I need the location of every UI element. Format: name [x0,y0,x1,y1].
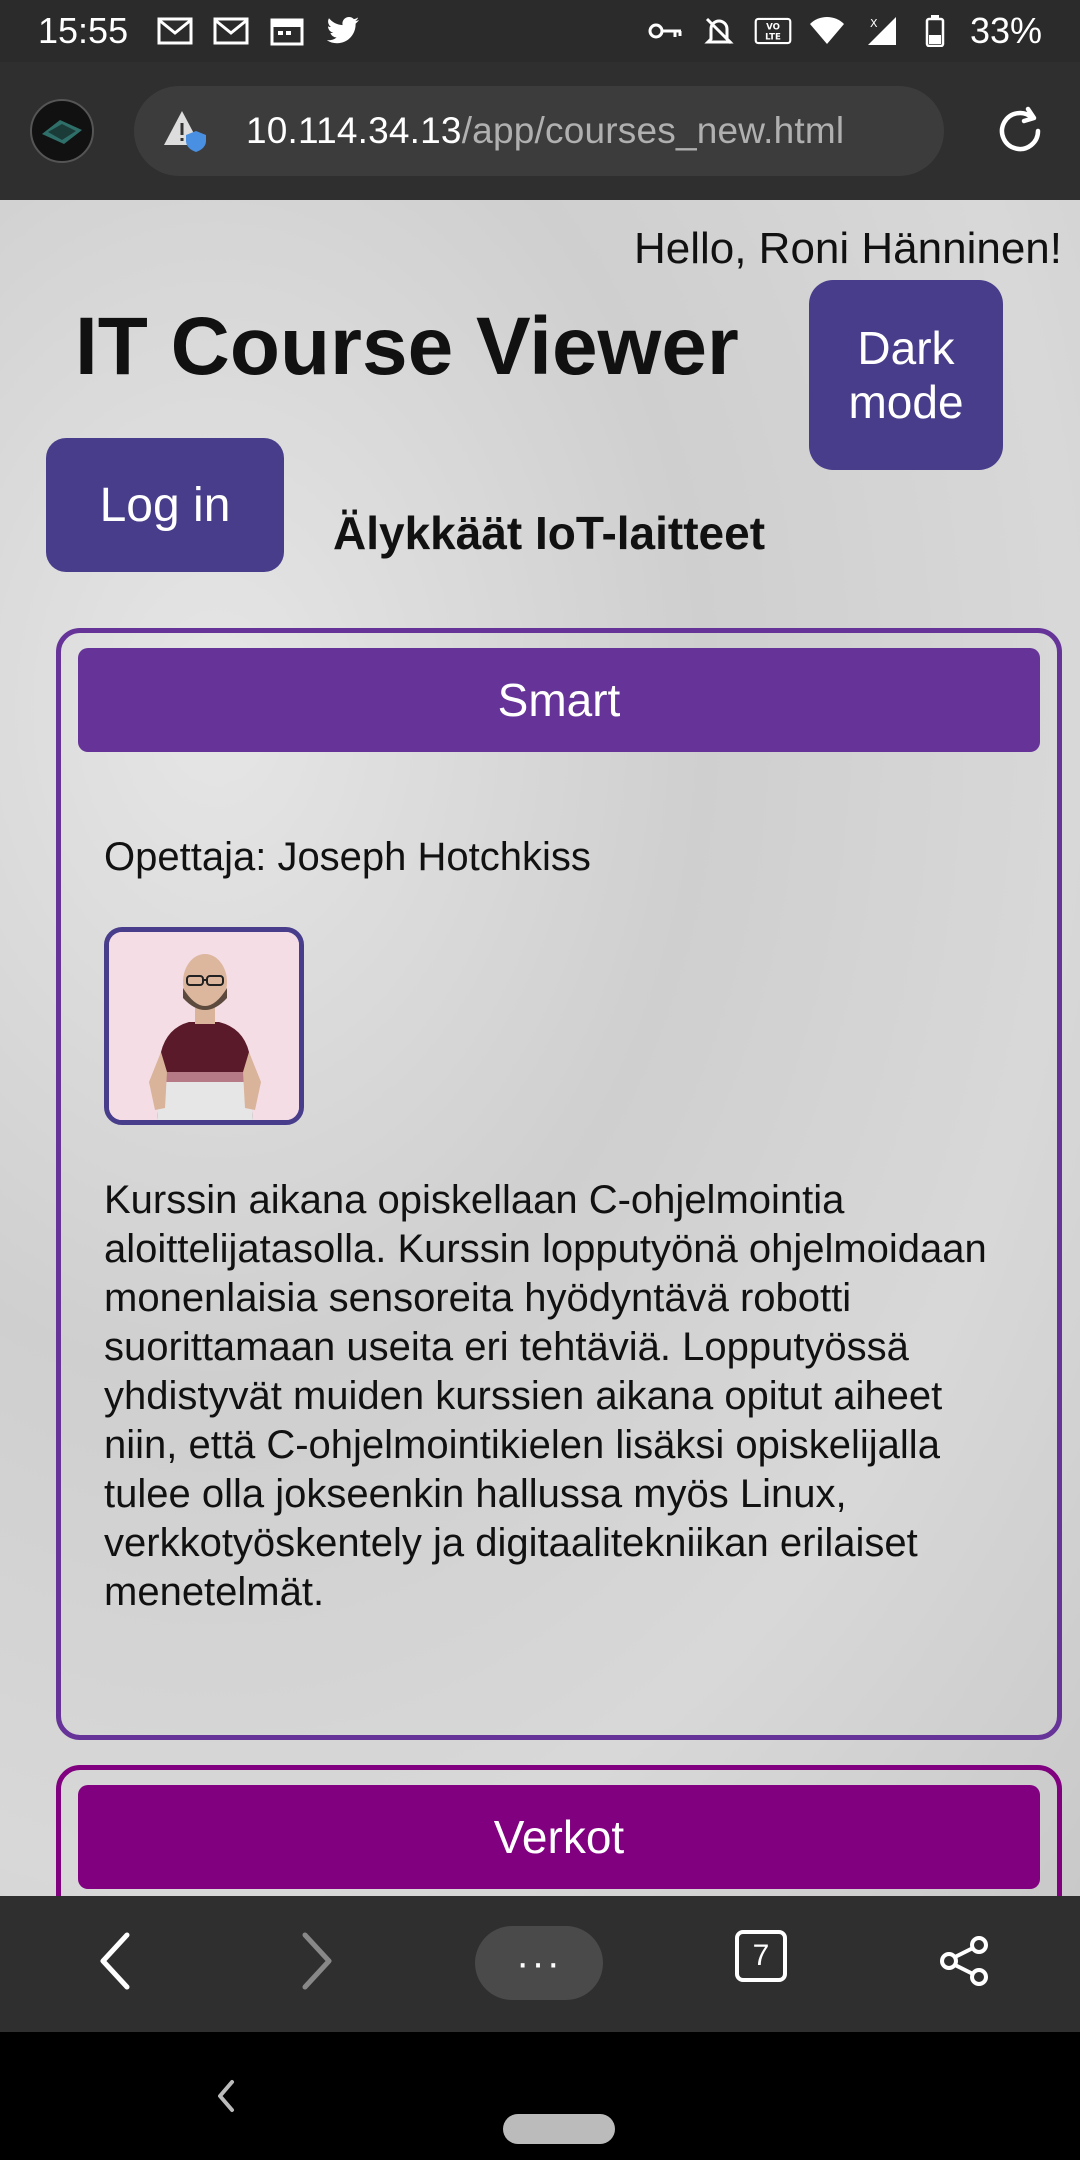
page-subtitle: Älykkäät IoT-laitteet [333,507,766,559]
calendar-icon [268,16,306,46]
system-back-icon[interactable] [214,2076,254,2116]
status-time: 15:55 [38,10,129,51]
reload-icon[interactable] [990,101,1050,161]
course-card: Verkot [56,1765,1062,1896]
url-host: 10.114.34.13 [246,110,462,151]
dark-mode-button[interactable]: Dark mode [809,280,1003,470]
home-pill[interactable] [503,2114,615,2144]
system-nav-bar [0,2032,1080,2160]
url-path: /app/courses_new.html [461,110,845,151]
course-teacher: Opettaja: Joseph Hotchkiss [104,835,591,879]
twitter-icon [324,16,362,46]
tab-count-button[interactable]: 7 [735,1930,787,1982]
user-greeting: Hello, Roni Hänninen! [633,224,1062,273]
status-bar: 15:55 VO LTE X 33% [0,0,1080,62]
key-icon [646,16,684,46]
signal-icon: X [862,16,900,46]
gmail-icon [156,16,194,46]
browser-address-bar: 10.114.34.13/app/courses_new.html [0,62,1080,200]
battery-icon [916,15,954,47]
share-icon[interactable] [930,1926,1000,1996]
course-description: Kurssin aikana opiskellaan C-ohjelmointi… [104,1178,987,1614]
battery-percent: 33% [969,10,1042,51]
url-text[interactable]: 10.114.34.13/app/courses_new.html [246,110,844,152]
login-button[interactable]: Log in [46,438,284,572]
dark-mode-label-line2: mode [848,376,964,428]
system-icons: VO LTE X 33% [646,10,1042,52]
gmail-icon [212,16,250,46]
wifi-icon [808,16,846,46]
url-field[interactable]: 10.114.34.13/app/courses_new.html [134,86,944,176]
browser-toolbar: ··· 7 [0,1896,1080,2032]
course-header-button[interactable]: Verkot [78,1785,1040,1889]
teacher-photo [104,927,304,1125]
volte-icon: VO LTE [754,16,792,46]
svg-text:VO: VO [766,22,780,32]
site-favicon[interactable] [30,99,94,163]
silent-icon [700,16,738,46]
not-secure-warning-icon[interactable] [162,109,212,153]
more-menu-button[interactable]: ··· [475,1926,603,2000]
svg-text:LTE: LTE [765,33,781,43]
forward-icon[interactable] [282,1926,352,1996]
back-icon[interactable] [80,1926,150,1996]
svg-text:X: X [870,17,878,30]
web-page: Hello, Roni Hänninen! IT Course Viewer D… [0,200,1080,1896]
course-card: Smart Opettaja: Joseph Hotchkiss Kurssin… [56,628,1062,1740]
course-header-button[interactable]: Smart [78,648,1040,752]
notification-icons [156,16,362,46]
dark-mode-label-line1: Dark [857,322,955,374]
page-title: IT Course Viewer [75,301,739,392]
